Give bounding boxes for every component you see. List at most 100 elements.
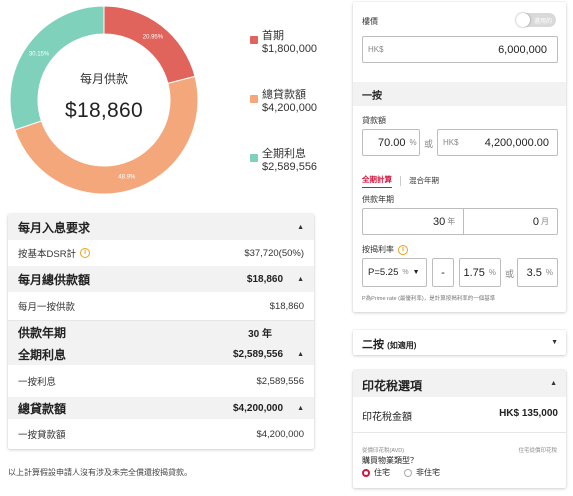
chevron-up-icon[interactable]: ▲ [297,224,304,231]
price-toggle[interactable]: 選用的 [516,13,556,27]
stamp-duty-amount-row: 印花稅金額 HK$ 135,000 [362,408,558,423]
donut-slice-label-2: 30.15% [29,51,50,57]
info-icon[interactable]: i [80,248,91,258]
months-suffix: 月 [541,217,549,226]
rate-final-input[interactable]: 3.5 [527,267,542,279]
stamp-duty-amount-label: 印花稅金額 [362,412,412,423]
interest-title: 全期利息 [18,347,67,362]
second-mortgage-title: 二按 (如適用) [362,336,416,352]
tab-separator [400,176,401,186]
first-mortgage-header: 一按 [353,82,566,106]
percent-suffix: % [488,268,496,277]
loan-amount-input[interactable]: 4,200,000.00 [485,137,549,149]
loan-percent-input[interactable]: 70.00 [378,137,406,149]
price-input[interactable]: 6,000,000 [498,44,547,56]
mortgage-form-card: 樓價 選用的 HK$ 6,000,000 一按 貸款額 70.00 % 或 HK… [353,2,566,312]
radio-non-residential-label[interactable]: 非住宅 [416,467,440,478]
donut-slice-1[interactable] [14,75,198,194]
rate-final-field[interactable]: 3.5 % [517,258,558,287]
legend-item-interest: 全期利息 $2,589,556 [250,148,317,174]
tenor-title: 供款年期 [18,325,67,340]
footnote: 以上計算假設申請人沒有涉及未完全償還按揭貸款。 [8,468,192,477]
tab-mixed-term[interactable]: 混合年期 [409,175,439,188]
tenor-value: 30 年 [248,328,272,340]
interest-value: $2,589,556 [233,348,284,360]
legend-label: 總貸款額 [262,89,306,101]
second-mortgage-card[interactable]: 二按 (如適用) ▼ [353,330,566,355]
chevron-up-icon[interactable]: ▲ [550,380,557,387]
tenor-field[interactable]: 30 年 0 月 [362,208,558,235]
prime-rate-select[interactable]: P=5.25 % ▼ [362,258,427,287]
divider [353,432,566,433]
legend-item-loan: 總貸款額 $4,200,000 [250,89,317,115]
total-monthly-header[interactable]: 每月總供款額 $18,860 ▲ [8,266,314,292]
or-label: 或 [505,269,515,279]
dsr-label: 按基本DSR計 [18,249,77,260]
rate-label: 按揭利率 [362,245,394,254]
interest-header[interactable]: 全期利息 $2,589,556 ▲ [8,343,314,365]
calc-mode-tabs: 全期計算 混合年期 [362,174,439,188]
chevron-up-icon[interactable]: ▲ [297,405,304,412]
legend-amount: $4,200,000 [262,102,318,114]
rate-discount-input[interactable]: 1.75 [463,267,484,279]
avd-label: 從價印花稅(AVD) [362,448,405,454]
stamp-duty-header[interactable]: 印花稅選項 ▲ [353,370,566,397]
property-type-question: 購買物業類型？ [362,456,418,465]
legend-swatch [250,36,258,44]
chevron-up-icon[interactable]: ▲ [297,276,304,283]
minus-sign: - [441,266,445,279]
first-interest-label: 一按利息 [18,377,57,388]
loan-amount-field[interactable]: HK$ 4,200,000.00 [437,129,558,156]
legend-amount: $1,800,000 [262,43,318,55]
percent-suffix: % [409,138,417,147]
info-icon[interactable]: i [398,244,408,255]
prime-rate-value: P=5.25 [368,267,399,278]
years-suffix: 年 [447,217,456,226]
percent-suffix: % [545,268,553,277]
tenor-split [463,208,465,235]
rate-discount-field[interactable]: 1.75 % [459,258,501,287]
percent-suffix: % [402,269,409,276]
donut-slice-label-0: 20.95% [143,35,164,41]
toggle-label: 選用的 [534,19,553,25]
first-monthly-row: 每月一按供款 $18,860 [8,292,314,320]
tab-full-term[interactable]: 全期計算 [362,174,392,188]
total-monthly-title: 每月總供款額 [18,272,91,287]
dsr-row: 按基本DSR計 i $37,720(50%) [8,240,314,266]
or-label: 或 [424,139,434,149]
total-monthly-value: $18,860 [246,273,284,285]
first-monthly-value: $18,860 [269,300,304,312]
stamp-duty-title: 印花稅選項 [362,379,423,393]
first-loan-value: $4,200,000 [256,428,304,440]
legend-item-downpayment: 首期 $1,800,000 [250,30,317,56]
legend-swatch [250,95,258,103]
chevron-down-icon[interactable]: ▼ [413,269,420,276]
donut-slice-label-1: 48.9% [118,175,136,181]
donut-slice-0[interactable] [103,6,196,84]
donut-svg: 20.95% 48.9% 30.15% [10,6,198,194]
chevron-down-icon[interactable]: ▼ [551,339,558,346]
radio-residential-label[interactable]: 住宅 [374,467,390,478]
tenor-months-input[interactable]: 0 [533,216,539,228]
loan-percent-field[interactable]: 70.00 % [362,129,420,156]
stamp-duty-card: 印花稅選項 ▲ 印花稅金額 HK$ 135,000 從價印花稅(AVD) 住宅從… [353,370,566,488]
price-field[interactable]: HK$ 6,000,000 [362,36,558,63]
radio-residential[interactable] [362,468,370,477]
chevron-up-icon[interactable]: ▲ [297,351,304,358]
summary-card: 每月入息要求 ▲ 按基本DSR計 i $37,720(50%) 每月總供款額 $1… [8,214,314,449]
rate-label-wrap: 按揭利率 i [362,244,408,255]
donut-slice-2[interactable] [10,6,105,131]
legend-label: 首期 [262,30,284,42]
toggle-knob[interactable] [516,13,530,27]
loan-amount-label: 貸款額 [362,116,386,125]
tenor-years-input[interactable]: 30 [433,216,445,228]
rate-operator-field[interactable]: - [432,258,454,287]
legend-swatch [250,154,258,162]
income-requirement-title: 每月入息要求 [18,220,91,235]
second-mortgage-subtitle: (如適用) [387,341,417,350]
property-type-radios: 住宅 非住宅 [362,467,440,478]
income-requirement-header[interactable]: 每月入息要求 ▲ [8,214,314,240]
radio-non-residential[interactable] [404,468,412,477]
first-interest-value: $2,589,556 [256,375,304,387]
loan-header[interactable]: 總貸款額 $4,200,000 ▲ [8,397,314,419]
